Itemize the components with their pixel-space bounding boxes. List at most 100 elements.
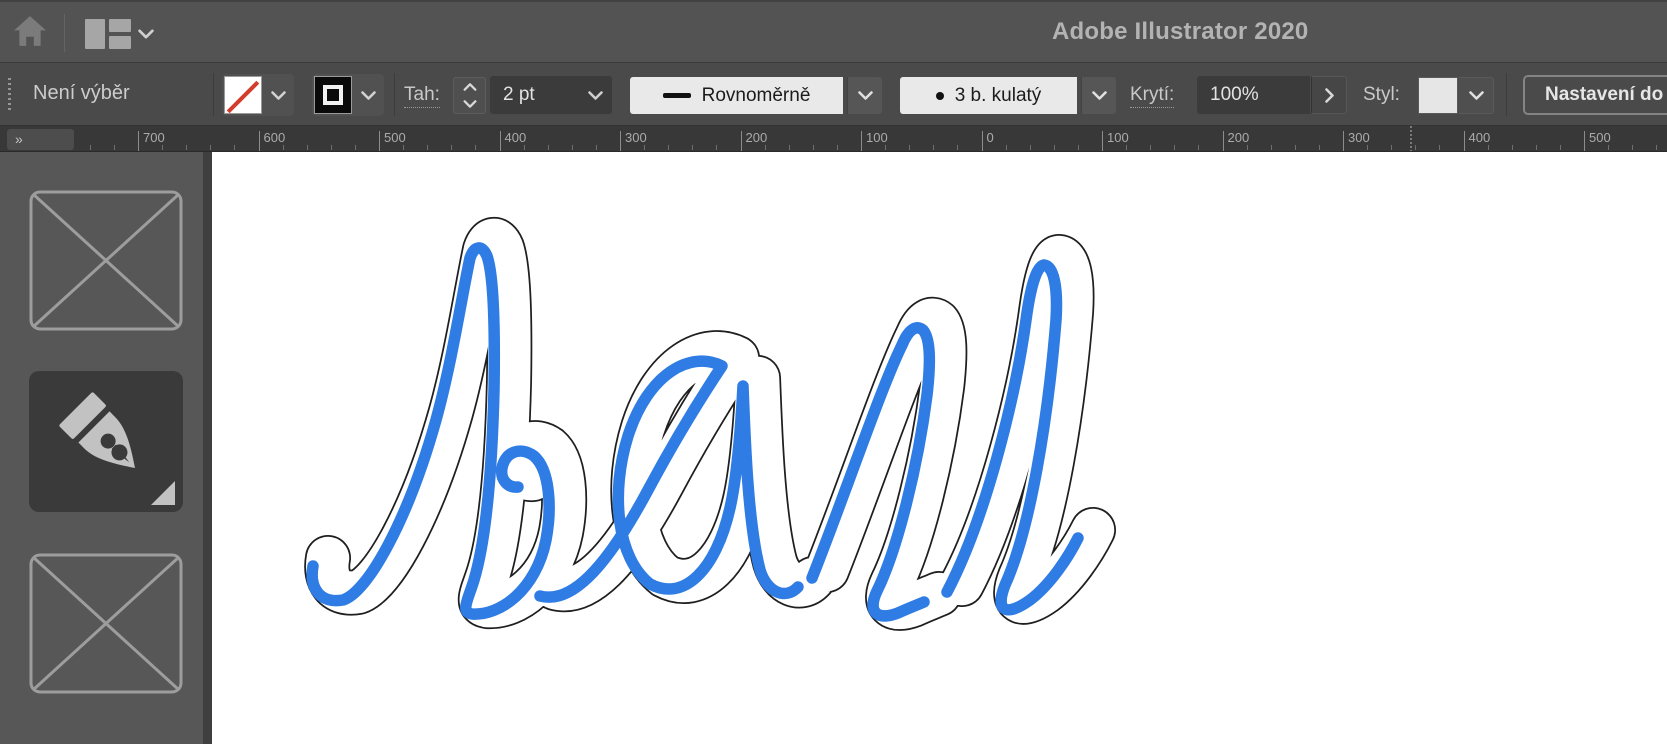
stroke-weight-field[interactable]: 2 pt: [490, 76, 612, 114]
panel-grip-handle[interactable]: [8, 78, 11, 112]
ruler-minor-tick: [1126, 145, 1128, 150]
ruler-tick-label: 200: [745, 130, 768, 145]
ruler-minor-tick: [1391, 145, 1393, 150]
ruler-tick-label: 300: [625, 130, 647, 145]
ruler-minor-tick: [1535, 145, 1537, 150]
brush-definition-select[interactable]: 3 b. kulatý: [900, 77, 1077, 114]
ruler-minor-tick: [1511, 145, 1513, 150]
ruler-major-tick: [1463, 131, 1465, 151]
ruler-tick-label: 400: [1468, 130, 1491, 145]
pen-tool-icon: [59, 392, 175, 505]
ruler-minor-tick: [475, 145, 477, 150]
workspace-body: [0, 152, 1667, 744]
ruler-minor-tick: [764, 145, 766, 150]
workspace-chevron-down-icon[interactable]: [138, 26, 154, 36]
ruler-major-tick: [740, 131, 742, 151]
illustrator-app: { "titlebar": { "title": "Adobe Illustra…: [0, 0, 1667, 744]
ruler-major-tick: [1343, 131, 1344, 151]
ruler-minor-tick: [836, 145, 838, 150]
stroke-weight-chevron-down-icon[interactable]: [578, 91, 612, 100]
document-setup-button[interactable]: Nastavení do: [1523, 75, 1667, 115]
ruler-tick-label: 600: [263, 130, 286, 145]
opacity-field[interactable]: 100%: [1197, 76, 1310, 114]
profile-chevron-down-button[interactable]: [847, 77, 882, 114]
stepper-up-button[interactable]: [454, 78, 485, 96]
profile-value: Rovnoměrně: [701, 84, 811, 106]
ruler-minor-tick: [113, 145, 115, 150]
ruler-minor-tick: [885, 145, 887, 150]
ruler-tick-label: 100: [866, 130, 888, 145]
ruler-minor-tick: [1656, 145, 1658, 150]
selection-status: Není výběr: [33, 82, 130, 104]
opacity-value: 100%: [1210, 84, 1259, 105]
ruler-minor-tick: [788, 145, 790, 150]
ruler-major-tick: [1222, 131, 1224, 151]
sidebar-border: [203, 152, 212, 744]
ruler-minor-tick: [692, 145, 694, 150]
empty-artboard-thumbnail[interactable]: [29, 553, 183, 694]
arrange-documents-icon[interactable]: [85, 19, 131, 49]
ruler-tick-label: 300: [1348, 130, 1370, 145]
stroke-weight-label[interactable]: Tah:: [404, 84, 440, 108]
control-panel: Není výběr Tah: 2 pt Rovnoměrně 3 b. kul…: [0, 62, 1667, 126]
ruler-major-tick: [499, 131, 501, 151]
ruler-minor-tick: [427, 145, 429, 150]
title-bar: Adobe Illustrator 2020: [0, 0, 1667, 62]
brush-value: 3 b. kulatý: [954, 84, 1042, 106]
ruler-major-tick: [981, 131, 983, 151]
ruler-minor-tick: [1415, 145, 1417, 150]
ruler-minor-tick: [595, 145, 597, 150]
ruler-minor-tick: [282, 145, 284, 150]
fill-chevron-down-icon[interactable]: [262, 76, 294, 114]
ruler-minor-tick: [909, 145, 911, 150]
ruler-minor-tick: [1608, 145, 1610, 150]
ruler-tick-label: 500: [384, 130, 406, 145]
ruler-minor-tick: [1559, 145, 1561, 150]
ruler-tick-label: 400: [504, 130, 527, 145]
opacity-label[interactable]: Krytí:: [1130, 84, 1175, 108]
ruler-minor-tick: [1174, 145, 1176, 150]
ruler-minor-tick: [1270, 145, 1272, 150]
ruler-major-tick: [1102, 131, 1103, 151]
stroke-weight-value: 2 pt: [503, 84, 535, 105]
tools-sidebar: [0, 152, 203, 744]
ruler-major-tick: [258, 131, 260, 151]
home-button[interactable]: [13, 15, 49, 51]
ruler-minor-tick: [571, 145, 573, 150]
stroke-weight-stepper: [453, 77, 486, 114]
horizontal-ruler[interactable]: 700 600 500 400 300 200 100 0 100 200 300 400 500 »: [0, 126, 1667, 152]
variable-width-profile-select[interactable]: Rovnoměrně: [630, 77, 843, 114]
ruler-major-tick: [138, 131, 139, 151]
brush-chevron-down-button[interactable]: [1081, 77, 1116, 114]
artboard-canvas[interactable]: [212, 152, 1667, 744]
fill-none-swatch[interactable]: [224, 76, 262, 114]
ruler-minor-tick: [1487, 145, 1489, 150]
crossed-box-icon: [29, 553, 183, 694]
ruler-minor-tick: [1077, 145, 1079, 150]
stepper-down-button[interactable]: [454, 96, 485, 114]
style-chevron-down-button[interactable]: [1459, 77, 1494, 114]
uniform-profile-icon: [662, 93, 691, 98]
round-brush-dot-icon: [935, 91, 944, 100]
ruler-minor-tick: [1029, 145, 1031, 150]
ruler-minor-tick: [812, 145, 814, 150]
ruler-minor-tick: [644, 145, 646, 150]
crossed-box-icon: [29, 190, 183, 331]
opacity-chevron-right-button[interactable]: [1311, 76, 1347, 114]
ruler-minor-tick: [716, 145, 718, 150]
style-swatch[interactable]: [1418, 77, 1458, 114]
stroke-chevron-down-icon[interactable]: [352, 76, 384, 114]
pen-tool-button[interactable]: [29, 371, 183, 512]
ruler-minor-tick: [1439, 145, 1441, 150]
empty-artboard-thumbnail[interactable]: [29, 190, 183, 331]
ruler-minor-tick: [1318, 145, 1320, 150]
ruler-minor-tick: [1246, 145, 1248, 150]
home-icon: [13, 15, 47, 47]
ruler-tick-label: 200: [1227, 130, 1250, 145]
stroke-black-swatch[interactable]: [314, 76, 352, 114]
ruler-tick-label: 0: [986, 130, 994, 145]
ruler-major-tick: [379, 131, 380, 151]
ruler-collapse-button[interactable]: »: [7, 129, 74, 150]
ruler-minor-tick: [1367, 145, 1369, 150]
ruler-minor-tick: [1150, 145, 1152, 150]
